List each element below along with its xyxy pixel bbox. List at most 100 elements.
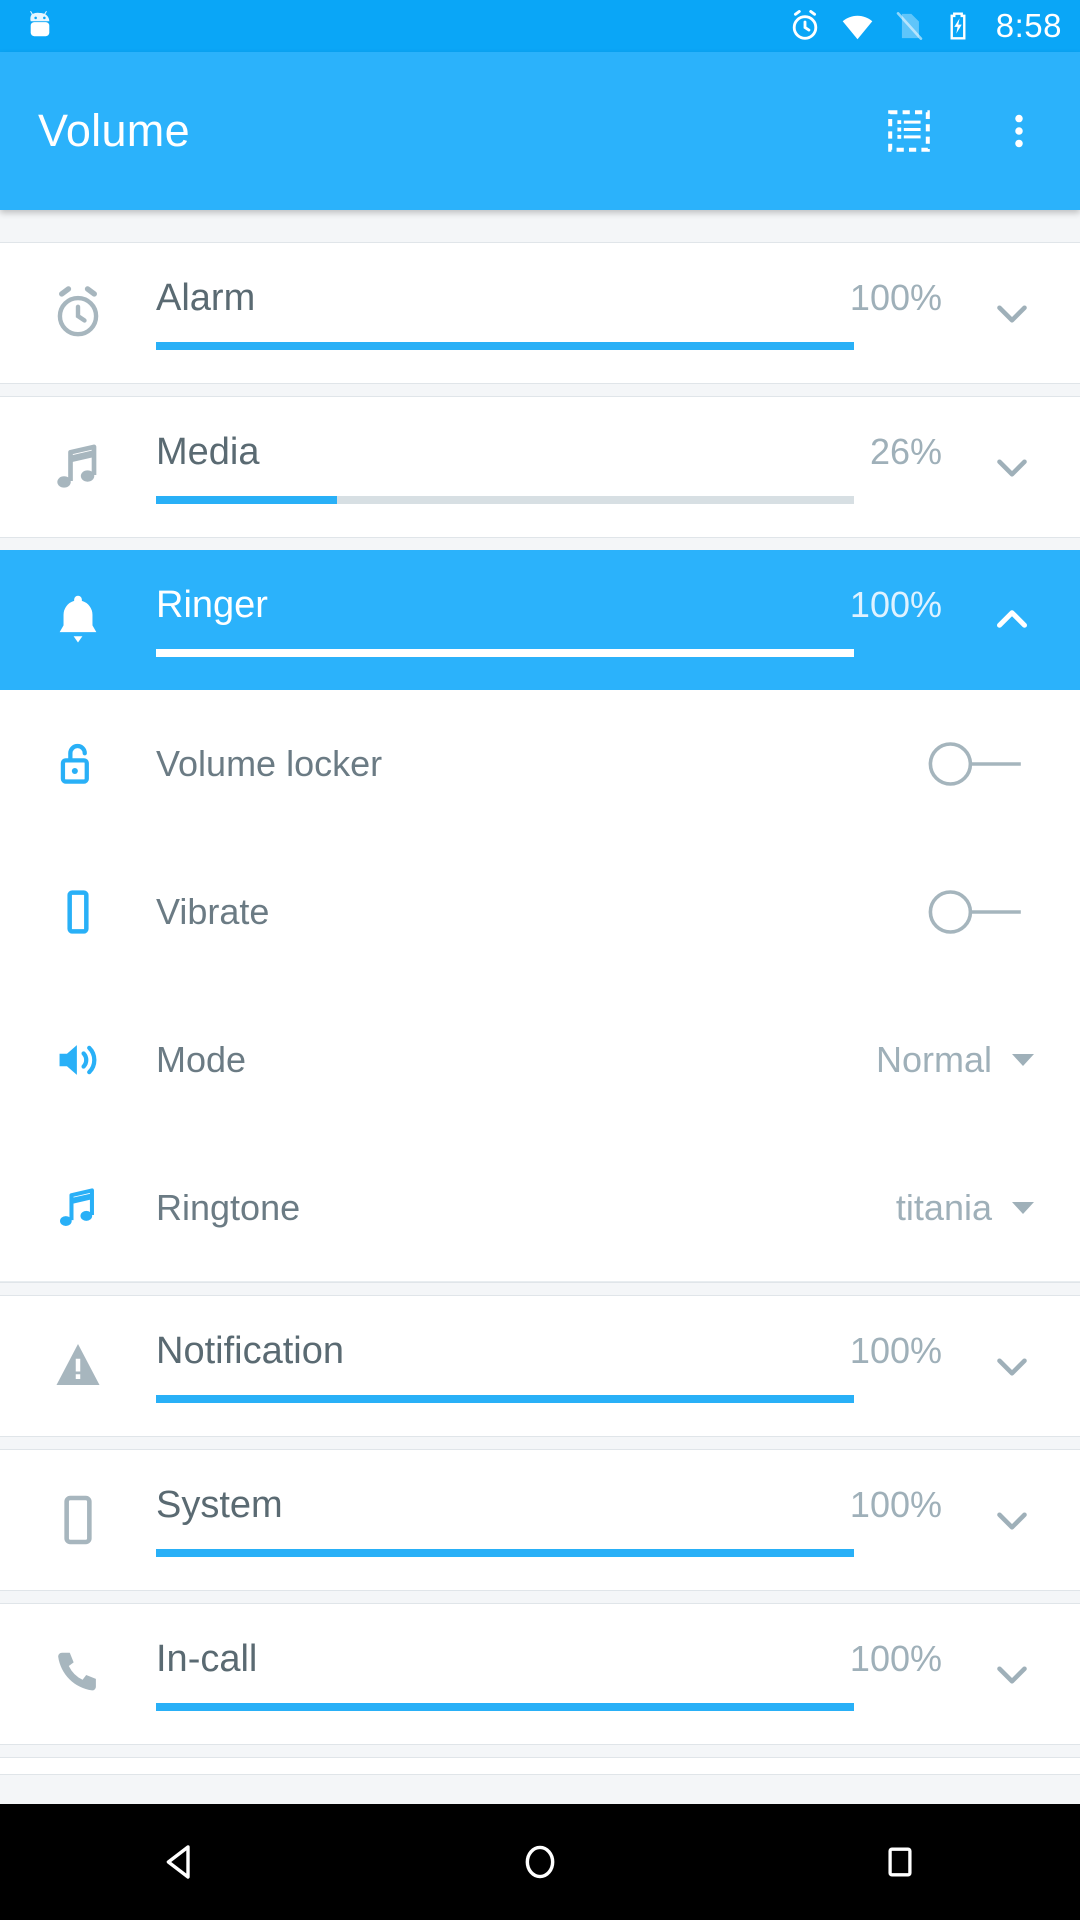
music-note-icon	[0, 436, 156, 498]
alarm-clock-icon	[0, 282, 156, 344]
stream-label: Media	[156, 430, 260, 473]
chevron-down-icon	[1012, 1201, 1034, 1214]
volume-row-system[interactable]: System 100%	[0, 1450, 1080, 1590]
expand-toggle-ringer[interactable]	[970, 595, 1054, 645]
status-bar-left	[22, 8, 58, 44]
stream-percent: 100%	[849, 1637, 942, 1679]
expand-toggle-system[interactable]	[970, 1495, 1054, 1545]
volume-slider-ringer[interactable]: Ringer 100%	[156, 584, 970, 657]
wifi-icon	[839, 8, 876, 45]
stream-percent: 26%	[869, 430, 942, 472]
volume-slider-incall[interactable]: In-call 100%	[156, 1638, 970, 1711]
volume-card-notification: Notification 100%	[0, 1295, 1080, 1437]
expand-toggle-notification[interactable]	[970, 1341, 1054, 1391]
volume-card-system: System 100%	[0, 1449, 1080, 1591]
slider-track[interactable]	[156, 1548, 854, 1557]
android-head-icon	[22, 8, 58, 44]
presets-button[interactable]	[878, 100, 940, 162]
stream-percent: 100%	[849, 1329, 942, 1371]
ringer-option-mode[interactable]: Mode Normal	[0, 986, 1080, 1134]
volume-slider-system[interactable]: System 100%	[156, 1484, 970, 1557]
volume-header: Notification 100%	[156, 1330, 960, 1373]
slider-fill	[156, 1702, 854, 1711]
stream-label: Alarm	[156, 276, 256, 319]
status-bar-right: 8:58	[787, 7, 1062, 45]
stream-label: Ringer	[156, 583, 268, 626]
volume-slider-notification[interactable]: Notification 100%	[156, 1330, 970, 1403]
volume-card-media: Media 26%	[0, 396, 1080, 538]
ringer-option-ringtone[interactable]: Ringtone titania	[0, 1134, 1080, 1282]
stream-label: Notification	[156, 1329, 344, 1372]
dropdown-value: titania	[895, 1186, 992, 1228]
alarm-icon	[787, 8, 823, 44]
stream-percent: 100%	[849, 276, 942, 318]
battery-charging-icon	[942, 10, 974, 42]
toggle-volume-locker[interactable]	[920, 729, 1080, 799]
option-label: Ringtone	[156, 1186, 301, 1228]
slider-track[interactable]	[156, 495, 854, 504]
chevron-down-icon	[987, 1649, 1037, 1699]
slider-track[interactable]	[156, 1702, 854, 1711]
chevron-down-icon	[1012, 1054, 1034, 1066]
chevron-down-icon	[987, 1341, 1037, 1391]
toggle-vibrate[interactable]	[920, 877, 1080, 947]
bell-icon	[0, 589, 156, 651]
stream-label: In-call	[156, 1637, 258, 1680]
volume-card-incall: In-call 100%	[0, 1603, 1080, 1745]
slider-fill	[156, 341, 854, 350]
volume-card-next-partial	[0, 1757, 1080, 1775]
dropdown-value: Normal	[875, 1039, 992, 1080]
dropdown-ringtone[interactable]: titania	[896, 1187, 1080, 1229]
volume-header: System 100%	[156, 1484, 960, 1527]
volume-stream-list[interactable]: Alarm 100% Media 26% Ringer 100% Volume …	[0, 210, 1080, 1804]
volume-card-ringer: Ringer 100% Volume locker Vibrate Mode N…	[0, 550, 1080, 1283]
vibrate-phone-icon	[0, 885, 156, 939]
volume-header: Ringer 100%	[156, 584, 960, 627]
slider-track[interactable]	[156, 1394, 854, 1403]
volume-card-alarm: Alarm 100%	[0, 242, 1080, 384]
page-title: Volume	[38, 105, 190, 156]
chevron-down-icon	[987, 288, 1037, 338]
volume-slider-alarm[interactable]: Alarm 100%	[156, 277, 970, 350]
more-vert-icon	[997, 109, 1041, 153]
home-button[interactable]	[480, 1804, 600, 1920]
volume-row-media[interactable]: Media 26%	[0, 397, 1080, 537]
recents-button[interactable]	[840, 1804, 960, 1920]
slider-track[interactable]	[156, 648, 854, 657]
overflow-menu-button[interactable]	[988, 100, 1050, 162]
toolbar-actions	[878, 100, 1050, 162]
slider-fill	[156, 495, 338, 504]
sim-off-icon	[892, 9, 926, 43]
slider-fill	[156, 1548, 854, 1557]
option-label: Mode	[156, 1039, 247, 1080]
volume-slider-media[interactable]: Media 26%	[156, 431, 970, 504]
volume-row-incall[interactable]: In-call 100%	[0, 1604, 1080, 1744]
volume-app-screen: 8:58 Volume Alarm 100% Media 26% Ringer …	[0, 0, 1080, 1920]
padlock-open-icon	[0, 737, 156, 791]
stream-percent: 100%	[849, 583, 942, 625]
dropdown-mode[interactable]: Normal	[876, 1039, 1080, 1081]
slider-fill	[156, 1394, 854, 1403]
volume-row-notification[interactable]: Notification 100%	[0, 1296, 1080, 1436]
volume-row-ringer[interactable]: Ringer 100%	[0, 550, 1080, 690]
ringer-option-vibrate[interactable]: Vibrate	[0, 838, 1080, 986]
expand-toggle-media[interactable]	[970, 442, 1054, 492]
chevron-down-icon	[987, 1495, 1037, 1545]
option-label: Vibrate	[156, 891, 270, 932]
status-bar-clock: 8:58	[995, 7, 1062, 44]
volume-header: Alarm 100%	[156, 277, 960, 320]
square-recents-icon	[878, 1840, 922, 1884]
phone-handset-icon	[0, 1645, 156, 1703]
expand-toggle-incall[interactable]	[970, 1649, 1054, 1699]
speaker-icon	[0, 1033, 156, 1087]
expand-toggle-alarm[interactable]	[970, 288, 1054, 338]
chevron-down-icon	[987, 442, 1037, 492]
slider-track[interactable]	[156, 341, 854, 350]
phone-device-icon	[0, 1491, 156, 1549]
app-toolbar: Volume	[0, 52, 1080, 210]
ringer-option-volume-locker[interactable]: Volume locker	[0, 690, 1080, 838]
volume-row-alarm[interactable]: Alarm 100%	[0, 243, 1080, 383]
volume-header: Media 26%	[156, 431, 960, 474]
back-button[interactable]	[120, 1804, 240, 1920]
list-dashed-icon	[885, 107, 933, 155]
